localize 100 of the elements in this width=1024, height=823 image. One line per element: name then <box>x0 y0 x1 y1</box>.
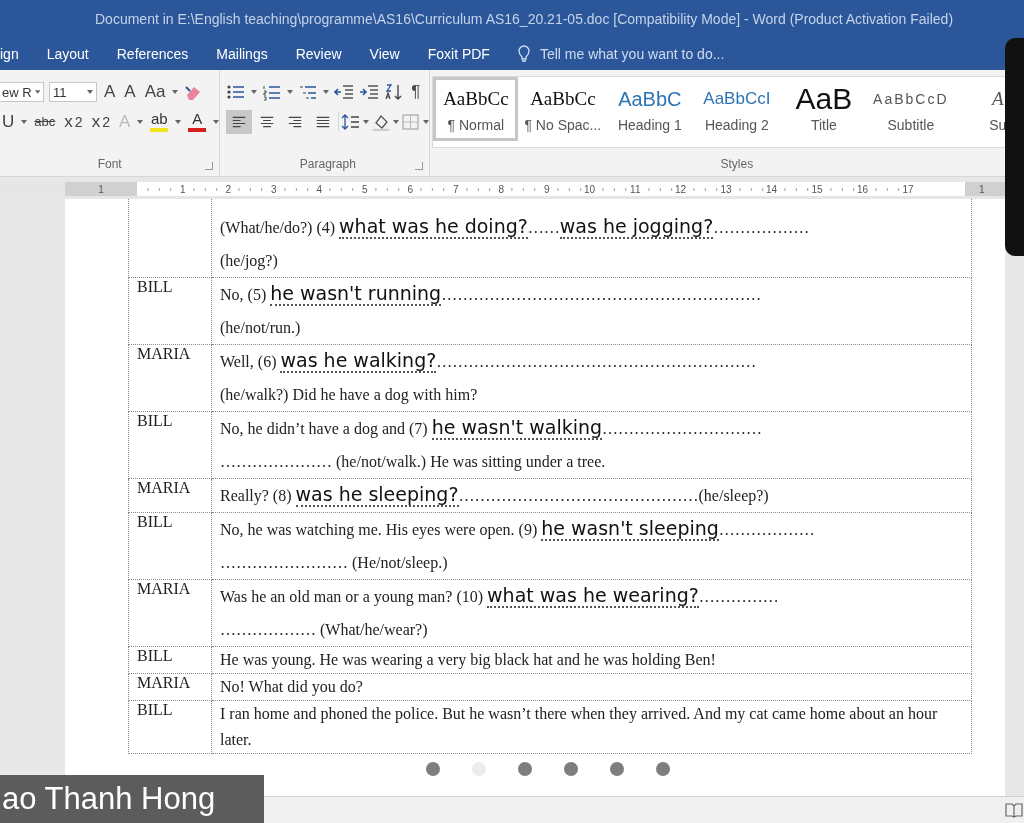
increase-indent-icon[interactable] <box>359 83 380 101</box>
color-button[interactable]: A <box>186 110 209 134</box>
ruler-number: 9 <box>542 183 551 195</box>
window-title: Document in E:\English teaching\programme\AS16\Curriculum AS16_20.21-05.doc [Compatibility Mode] - Word (Product Activation Failed) <box>95 11 954 27</box>
dialogue-text: Really? (8) <box>220 487 293 504</box>
answer-text: he wasn't walking <box>431 416 603 440</box>
caret-icon[interactable] <box>287 90 294 94</box>
multilevel-list-icon[interactable] <box>298 83 319 101</box>
ruler-number: 13 <box>719 183 733 195</box>
caret-icon[interactable] <box>423 120 430 124</box>
caret-icon[interactable] <box>363 120 370 124</box>
speaker-name: BILL <box>137 513 173 530</box>
dialogue-text: Was he an old man or a young man? (10) <box>220 588 485 605</box>
align-icon <box>231 115 248 129</box>
ruler-number: 16 <box>855 183 869 195</box>
bullet-list-icon[interactable] <box>226 83 247 101</box>
color-button[interactable]: ab <box>148 110 171 134</box>
ruler-number: 12 <box>673 183 687 195</box>
ribbon-tab[interactable]: Layout <box>32 46 103 62</box>
dialogue-text: …………………… (He/not/sleep.) <box>220 554 448 571</box>
dialogue-text: I ran home and phoned the police. But he wasn’t there when they arrived. And my cat came home about an hour later. <box>220 705 938 748</box>
page-dot[interactable] <box>426 762 440 776</box>
format-button[interactable]: Aa <box>142 81 168 103</box>
align-icon <box>315 115 332 129</box>
caret-icon[interactable] <box>34 90 40 94</box>
ribbon-tab[interactable]: References <box>102 46 203 62</box>
read-mode-icon[interactable] <box>1004 801 1024 819</box>
dialogue-text: (he/not/run.) <box>220 319 301 336</box>
group-label: Font <box>96 156 123 173</box>
ruler-number: 17 <box>901 183 915 195</box>
ruler-number: 7 <box>451 183 460 195</box>
dialogue-text: No! What did you do? <box>220 678 363 695</box>
dialogue-text: …… <box>527 219 560 236</box>
answer-text: was he walking? <box>280 349 437 373</box>
speaker-name: MARIA <box>137 674 191 691</box>
caret-icon[interactable] <box>323 90 330 94</box>
page-dot[interactable] <box>610 762 624 776</box>
page-dot[interactable] <box>518 762 532 776</box>
caret-icon[interactable] <box>213 120 220 124</box>
dialogue-text: (he/walk?) Did he have a dog with him? <box>220 386 478 403</box>
dialogue-text: (What/he/do?) (4) <box>220 219 337 236</box>
caret-icon[interactable] <box>87 90 93 94</box>
speaker-name: MARIA <box>137 479 191 496</box>
ribbon-tab[interactable]: Foxit PDF <box>413 46 504 62</box>
group-label: Styles <box>719 156 755 173</box>
participant-name-label: ao Thanh Hong <box>0 775 264 823</box>
ruler-number: 5 <box>360 183 369 195</box>
answer-text: was he jogging? <box>559 215 714 239</box>
format-button[interactable]: U <box>0 111 17 133</box>
ruler-number: 3 <box>269 183 278 195</box>
dialogue-text: (he/jog?) <box>220 252 278 269</box>
ribbon-tab[interactable]: Mailings <box>202 46 282 62</box>
caret-icon[interactable] <box>251 90 258 94</box>
page-dot[interactable] <box>656 762 670 776</box>
ruler-number: 2 <box>224 183 232 195</box>
dialogue-text: …………………………………………………… <box>441 286 762 303</box>
ruler-number: 1 <box>178 183 187 195</box>
answer-text: was he sleeping? <box>295 483 459 507</box>
paint-bucket-icon[interactable] <box>371 113 392 131</box>
ruler-number: 6 <box>406 183 414 195</box>
speaker-name: MARIA <box>137 580 191 597</box>
caret-icon[interactable] <box>393 120 400 124</box>
ruler-number: 8 <box>497 183 505 195</box>
ruler-number: 15 <box>810 183 824 195</box>
line-spacing-icon[interactable] <box>341 113 362 131</box>
dialogue-text: ………………… (he/not/walk.) He was sitting under a tree. <box>220 453 606 470</box>
ruler-number: 1 <box>98 183 104 195</box>
tell-me-field[interactable]: Tell me what you want to do... <box>539 46 725 62</box>
answer-text: he wasn't running <box>270 282 442 306</box>
caret-icon[interactable] <box>137 120 144 124</box>
caret-icon[interactable] <box>172 90 179 94</box>
format-button[interactable]: abc <box>32 111 58 133</box>
ruler-number: 1 <box>979 183 985 195</box>
caret-icon[interactable] <box>21 120 28 124</box>
style-option[interactable]: AaBbCc ¶ Normal <box>433 77 519 141</box>
speaker-name: BILL <box>137 278 173 295</box>
decrease-indent-icon[interactable] <box>334 83 355 101</box>
ribbon-tab[interactable]: View <box>355 46 414 62</box>
dialogue-text: …………… <box>698 588 779 605</box>
dialogue-text: ………………………………………(he/sleep?) <box>458 487 769 504</box>
dialogue-text: Well, (6) <box>220 353 278 370</box>
font-size-field[interactable]: 11 <box>49 82 97 102</box>
caret-icon[interactable] <box>175 120 182 124</box>
group-label: Paragraph <box>298 156 357 173</box>
page-dot[interactable] <box>564 762 578 776</box>
ruler-number: 4 <box>315 183 323 195</box>
ribbon-tab[interactable]: ign <box>0 46 33 62</box>
ruler-number: 14 <box>764 183 778 195</box>
format-button[interactable]: ¶ <box>409 81 423 103</box>
dialogue-text: No, he was watching me. His eyes were open. (9) <box>220 521 539 538</box>
align-icon <box>287 115 304 129</box>
format-button[interactable]: A <box>102 81 118 103</box>
answer-text: what was he wearing? <box>487 584 699 608</box>
numbered-list-icon[interactable] <box>262 83 283 101</box>
format-button[interactable]: A <box>122 81 138 103</box>
font-name-field[interactable]: ew R <box>0 82 44 102</box>
ribbon-tab[interactable]: Review <box>281 46 356 62</box>
align-button[interactable] <box>226 110 253 134</box>
align-icon <box>259 115 276 129</box>
dialogue-text: ……………… <box>713 219 810 236</box>
